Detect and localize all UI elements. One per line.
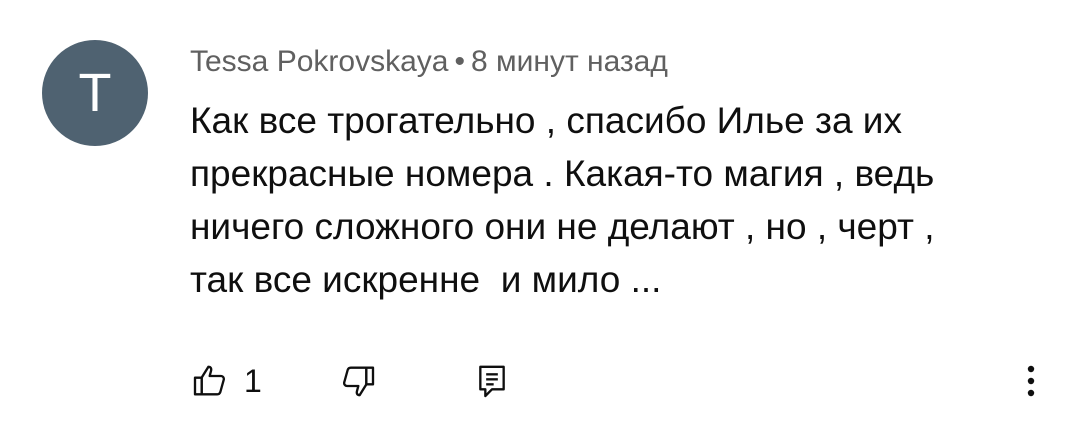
reply-comment-icon [472,361,512,401]
comment-meta: Tessa Pokrovskaya • 8 минут назад [190,44,668,80]
more-options-button[interactable] [1016,355,1046,407]
meta-separator: • [454,45,465,78]
thumbs-up-icon [190,361,230,401]
avatar-letter: T [78,63,112,123]
author-name[interactable]: Tessa Pokrovskaya [190,45,448,78]
dislike-button[interactable] [338,355,378,407]
like-count: 1 [244,362,262,399]
reply-button[interactable] [472,355,512,407]
comment-actions: 1 [190,355,1050,407]
like-button[interactable]: 1 [190,355,262,407]
avatar[interactable]: T [42,40,148,146]
comment-time: 8 минут назад [470,45,668,78]
thumbs-down-icon [338,361,378,401]
comment-text: Как все трогательно , спасибо Илье за их… [190,100,935,300]
more-vertical-icon [1026,363,1036,399]
